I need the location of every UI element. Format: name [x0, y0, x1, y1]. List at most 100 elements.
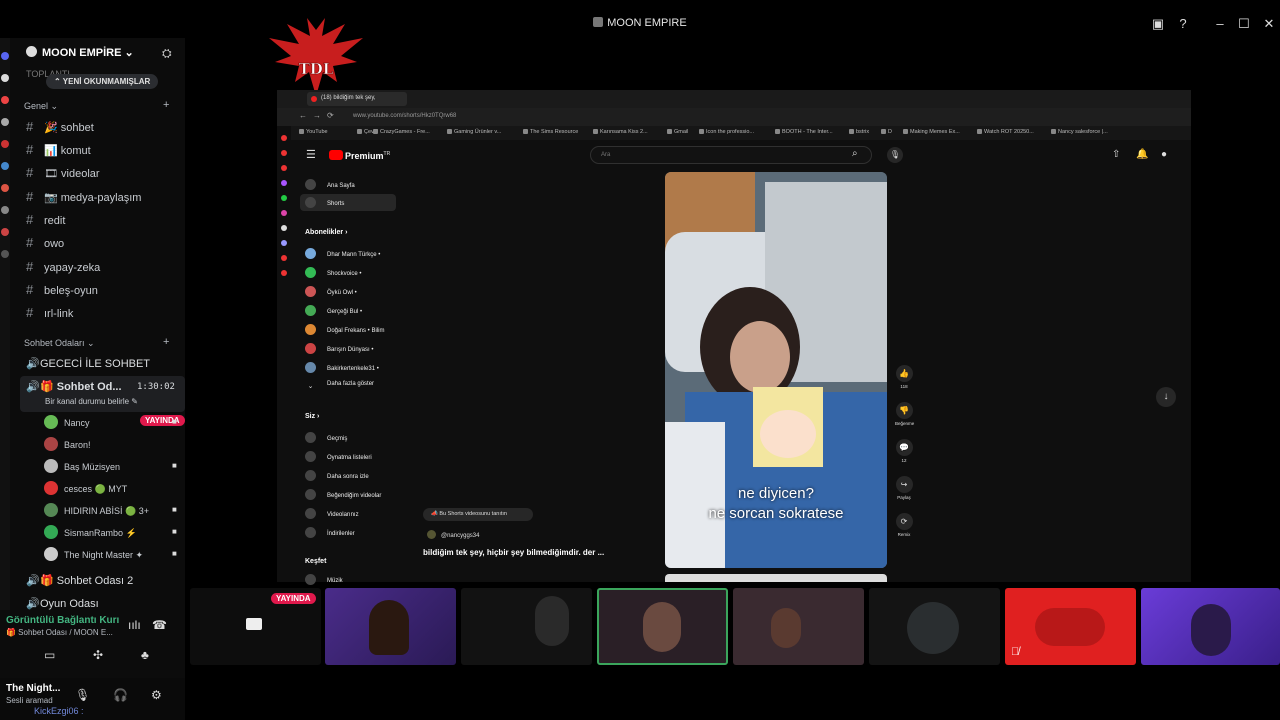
- video-description[interactable]: bildiğim tek şey, hiçbir şey bilmediğimd…: [423, 548, 604, 557]
- soundboard-icon[interactable]: ♣: [141, 648, 149, 662]
- channel-item[interactable]: # ırl-link: [26, 305, 73, 320]
- bookmark-item[interactable]: D: [881, 129, 892, 135]
- add-channel-icon[interactable]: +: [163, 99, 169, 111]
- category-sohbet-odalari[interactable]: Sohbet Odaları ⌄: [24, 338, 95, 349]
- browser-tab[interactable]: (18) bildiğim tek şey,: [307, 92, 407, 106]
- channel-item[interactable]: # 📊 komut: [26, 142, 91, 157]
- dislike-button[interactable]: 👎 Beğenme: [895, 402, 914, 426]
- bookmark-item[interactable]: Making Memes Ex...: [903, 129, 960, 135]
- subscription-item[interactable]: Öykü Owl •: [305, 286, 357, 297]
- server-icon[interactable]: [1, 140, 9, 148]
- subscription-item[interactable]: Barışın Dünyası •: [305, 343, 373, 354]
- server-icon[interactable]: [1, 228, 9, 236]
- extension-icon[interactable]: [281, 240, 287, 246]
- settings-gear-icon[interactable]: ⚙: [151, 688, 162, 702]
- extension-icon[interactable]: [281, 210, 287, 216]
- minimize-button[interactable]: –: [1212, 16, 1228, 31]
- subscription-item[interactable]: Dhar Mann Türkçe •: [305, 248, 380, 259]
- server-icon[interactable]: [1, 52, 9, 60]
- voice-user[interactable]: Baş Müzisyen: [44, 459, 120, 473]
- back-icon[interactable]: ←: [299, 111, 307, 120]
- voice-user[interactable]: Nancy: [44, 415, 90, 429]
- channel-item[interactable]: # 📷 medya-paylaşım: [26, 189, 141, 204]
- server-icon[interactable]: [1, 96, 9, 104]
- extension-icon[interactable]: [281, 150, 287, 156]
- bookmark-item[interactable]: CrazyGames - Fre...: [373, 129, 430, 135]
- hamburger-menu-icon[interactable]: ☰: [306, 148, 316, 161]
- voice-connection-status[interactable]: Görüntülü Bağlantı Kurı: [6, 615, 119, 626]
- youtube-logo[interactable]: PremiumTR: [329, 150, 390, 161]
- you-header[interactable]: Siz ›: [305, 413, 319, 420]
- bookmark-item[interactable]: Gaming Ürünler v...: [447, 129, 501, 135]
- bookmark-item[interactable]: Icon the professio...: [699, 129, 754, 135]
- nav-home[interactable]: Ana Sayfa: [305, 179, 355, 190]
- channel-status[interactable]: Bir kanal durumu belirle ✎: [45, 397, 138, 406]
- bookmark-item[interactable]: Gmail: [667, 129, 688, 135]
- help-icon[interactable]: ?: [1175, 16, 1191, 31]
- search-icon[interactable]: ⌕: [852, 148, 858, 159]
- shorts-video-player[interactable]: ne diyicen? ne sorcan sokratese: [665, 172, 887, 568]
- voice-channel-active-label[interactable]: 🔊🎁 Sohbet Od...: [26, 380, 122, 393]
- nav-shorts[interactable]: Shorts: [300, 194, 396, 211]
- noise-suppression-icon[interactable]: ıılı: [128, 618, 141, 632]
- voice-channel[interactable]: 🔊Oyun Odası: [26, 597, 99, 610]
- voice-user[interactable]: SismanRambo ⚡: [44, 525, 137, 539]
- participant-tile[interactable]: [325, 588, 456, 665]
- activities-icon[interactable]: ✣: [93, 648, 103, 662]
- subscription-item[interactable]: Bakirkertenkele31 •: [305, 362, 379, 373]
- server-icon[interactable]: [1, 250, 9, 258]
- promote-short-button[interactable]: 📣 Bu Shorts videosunu tanıtın: [423, 508, 533, 521]
- extension-icon[interactable]: [281, 195, 287, 201]
- voice-user[interactable]: HIDIRIN ABİSİ 🟢 3+: [44, 503, 149, 517]
- channel-item[interactable]: # yapay-zeka: [26, 259, 100, 274]
- like-button[interactable]: 👍 118: [895, 365, 913, 389]
- bookmark-item[interactable]: Watch ROT 20250...: [977, 129, 1034, 135]
- nav-music[interactable]: Müzik: [305, 574, 343, 585]
- bookmark-item[interactable]: Karınsama Kiss 2...: [593, 129, 648, 135]
- headphones-icon[interactable]: 🎧: [113, 688, 128, 702]
- participant-tile-speaking[interactable]: [597, 588, 728, 665]
- extension-icon[interactable]: [281, 270, 287, 276]
- channel-item[interactable]: # beleş-oyun: [26, 282, 98, 297]
- channel-item[interactable]: # 🎞 videolar: [26, 165, 100, 180]
- participant-tile[interactable]: 🎙̸: [1005, 588, 1136, 665]
- close-button[interactable]: ✕: [1261, 16, 1277, 32]
- share-button[interactable]: ↪ Paylaş: [895, 476, 913, 500]
- voice-search-icon[interactable]: 🎙: [887, 147, 903, 163]
- voice-channel[interactable]: 🔊🎁 Sohbet Odası 2: [26, 574, 133, 587]
- participant-tile[interactable]: [869, 588, 1000, 665]
- participant-tile[interactable]: [733, 588, 864, 665]
- channel-item[interactable]: # owo: [26, 235, 64, 250]
- bookmark-item[interactable]: BOOTH - The Inter...: [775, 129, 833, 135]
- search-input[interactable]: Ara: [590, 146, 872, 164]
- subscription-item[interactable]: Shockvoice •: [305, 267, 361, 278]
- server-icon[interactable]: [1, 118, 9, 126]
- server-icon[interactable]: [1, 206, 9, 214]
- nav-downloads[interactable]: İndirilenler: [305, 527, 355, 538]
- url-input[interactable]: www.youtube.com/shorts/Hkz0TQrw68: [353, 113, 456, 119]
- disconnect-icon[interactable]: ☎: [152, 618, 167, 632]
- add-channel-icon[interactable]: +: [163, 336, 169, 348]
- voice-channel[interactable]: 🔊GECECİ İLE SOHBET: [26, 357, 150, 370]
- extension-icon[interactable]: [281, 135, 287, 141]
- reload-icon[interactable]: ⟳: [327, 111, 334, 120]
- nav-your-videos[interactable]: Videolarınız: [305, 508, 359, 519]
- invite-people-icon[interactable]: ⛭: [162, 46, 172, 61]
- forward-icon[interactable]: →: [313, 111, 321, 120]
- bookmark-item[interactable]: bstrix: [849, 129, 869, 135]
- create-icon[interactable]: ⇧: [1112, 149, 1120, 160]
- extension-icon[interactable]: [281, 180, 287, 186]
- next-video-icon[interactable]: ↓: [1156, 387, 1176, 407]
- voice-user[interactable]: The Night Master ✦: [44, 547, 143, 561]
- bookmark-item[interactable]: Nancy salesforce |...: [1051, 129, 1108, 135]
- remix-button[interactable]: ⟳ Remix: [895, 513, 913, 537]
- bookmark-item[interactable]: YouTube: [299, 129, 328, 135]
- bookmark-item[interactable]: The Sims Resource: [523, 129, 578, 135]
- comments-button[interactable]: 💬 12: [895, 439, 913, 463]
- extension-icon[interactable]: [281, 225, 287, 231]
- category-genel[interactable]: Genel ⌄: [24, 101, 58, 112]
- new-unreads-button[interactable]: ⌃ YENİ OKUNMAMIŞLAR: [46, 74, 159, 89]
- voice-user[interactable]: Baron!: [44, 437, 91, 451]
- server-icon[interactable]: [1, 162, 9, 170]
- voice-connection-channel[interactable]: 🎁 Sohbet Odası / MOON E...: [6, 628, 113, 637]
